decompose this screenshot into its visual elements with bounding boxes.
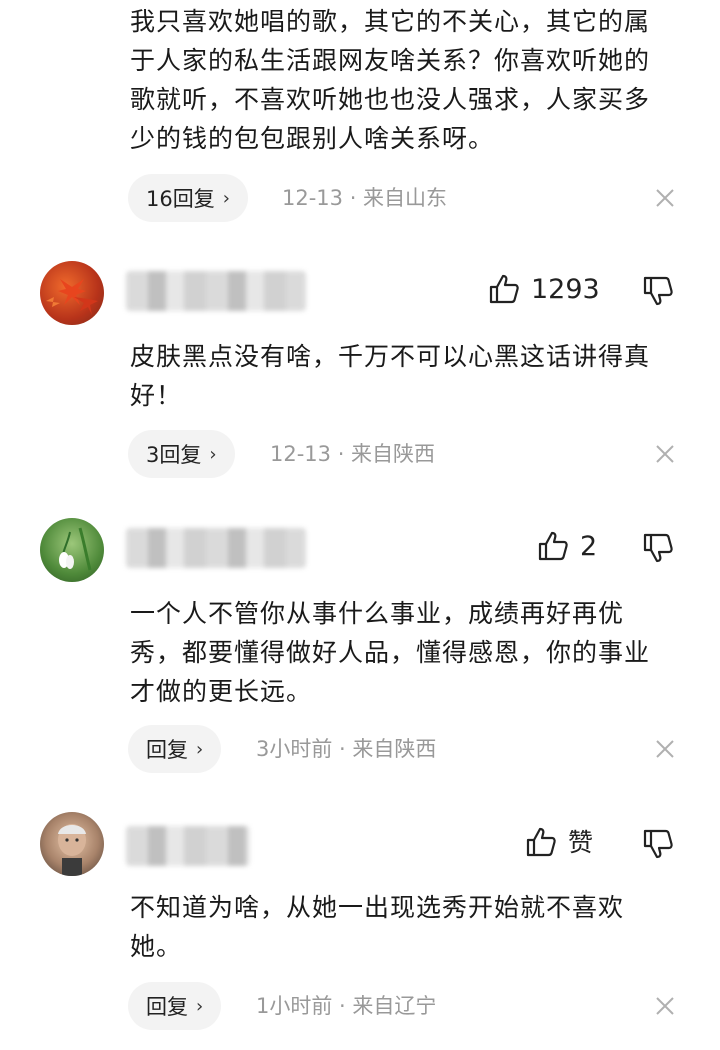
comment-meta: 12-13 · 来自山东 xyxy=(282,186,448,210)
thumbs-up-icon xyxy=(489,274,519,304)
avatar[interactable] xyxy=(40,518,104,582)
elderly-person-icon xyxy=(58,824,86,876)
close-icon[interactable] xyxy=(654,995,676,1017)
reply-button-label: 回复 xyxy=(146,738,188,762)
red-maple-leaves-icon xyxy=(46,279,98,315)
comment-text: 一个人不管你从事什么事业，成绩再好再优秀，都要懂得做好人品，懂得感恩，你的事业才… xyxy=(130,599,651,706)
thumbs-down-icon[interactable] xyxy=(640,272,676,308)
like-count: 2 xyxy=(580,530,598,562)
like-button[interactable]: 赞 xyxy=(524,820,593,864)
chevron-right-icon: › xyxy=(196,738,204,760)
chevron-right-icon: › xyxy=(196,995,204,1017)
comment-item: 1293 皮肤黑点没有啥，千万不可以心黑这话讲得真好！ 3回复 › 12-13 … xyxy=(0,255,720,495)
like-button[interactable]: 2 xyxy=(536,524,597,568)
reply-button-label: 回复 xyxy=(146,995,188,1019)
username-blurred xyxy=(126,528,306,568)
reply-button[interactable]: 16回复 › xyxy=(128,174,248,222)
white-flower-icon xyxy=(59,527,92,571)
reply-button[interactable]: 3回复 › xyxy=(128,430,235,478)
like-button[interactable]: 1293 xyxy=(487,267,600,311)
like-count: 赞 xyxy=(568,827,594,857)
comment-item: 赞 不知道为啥，从她一出现选秀开始就不喜欢她。 回复 › 1小时前 · 来自辽宁 xyxy=(0,806,720,1046)
comment-meta: 12-13 · 来自陕西 xyxy=(270,442,436,466)
comment-text: 我只喜欢她唱的歌，其它的不关心，其它的属于人家的私生活跟网友啥关系？你喜欢听她的… xyxy=(130,7,651,153)
thumbs-down-icon[interactable] xyxy=(640,825,676,861)
comment-meta: 3小时前 · 来自陕西 xyxy=(256,737,437,761)
username-blurred xyxy=(126,271,306,311)
avatar[interactable] xyxy=(40,261,104,325)
chevron-right-icon: › xyxy=(222,187,230,209)
reply-button-label: 16回复 xyxy=(146,187,215,211)
avatar[interactable] xyxy=(40,812,104,876)
reply-button[interactable]: 回复 › xyxy=(128,725,222,773)
close-icon[interactable] xyxy=(654,443,676,465)
comment-meta: 1小时前 · 来自辽宁 xyxy=(256,994,437,1018)
like-count: 1293 xyxy=(531,273,600,305)
thumbs-down-icon[interactable] xyxy=(640,529,676,565)
username-blurred xyxy=(126,826,250,866)
close-icon[interactable] xyxy=(654,738,676,760)
thumbs-up-icon xyxy=(538,531,568,561)
comment-item: 2 一个人不管你从事什么事业，成绩再好再优秀，都要懂得做好人品，懂得感恩，你的事… xyxy=(0,512,720,782)
close-icon[interactable] xyxy=(654,187,676,209)
chevron-right-icon: › xyxy=(209,443,217,465)
reply-button-label: 3回复 xyxy=(146,443,202,467)
comment-text: 皮肤黑点没有啥，千万不可以心黑这话讲得真好！ xyxy=(130,342,651,410)
reply-button[interactable]: 回复 › xyxy=(128,982,222,1030)
comment-item: 我只喜欢她唱的歌，其它的不关心，其它的属于人家的私生活跟网友啥关系？你喜欢听她的… xyxy=(0,0,720,230)
comment-text: 不知道为啥，从她一出现选秀开始就不喜欢她。 xyxy=(130,893,625,961)
thumbs-up-icon xyxy=(526,827,556,857)
